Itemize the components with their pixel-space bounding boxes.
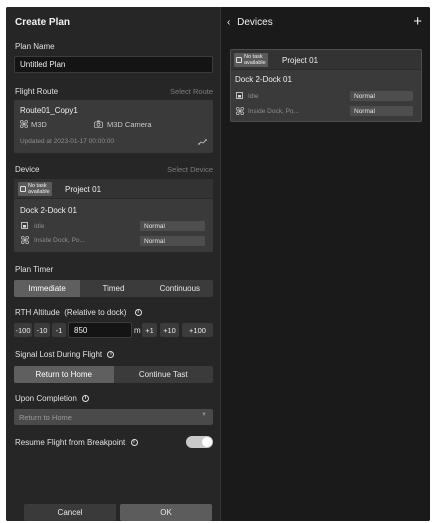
dock-status-pill: Normal: [350, 91, 413, 101]
info-icon[interactable]: i: [82, 395, 90, 403]
plan-timer-segmented: Immediate Timed Continuous: [14, 280, 213, 297]
signal-lost-text: Signal Lost During Flight: [15, 350, 103, 359]
device-card[interactable]: No task available Project 01 Dock 2-Dock…: [14, 179, 213, 252]
dock-name: Dock 2-Dock 01: [235, 75, 292, 84]
task-status-tag: No task available: [18, 182, 52, 196]
info-icon[interactable]: i: [134, 309, 142, 317]
rth-minus-100[interactable]: -100: [14, 323, 32, 337]
drone-icon: [21, 236, 29, 244]
rth-plus-1[interactable]: +1: [142, 323, 157, 337]
route-updated: Updated at 2023-01-17 00:00:00: [20, 138, 114, 145]
devices-title: Devices: [237, 17, 273, 28]
chevron-down-icon: ▼: [201, 412, 207, 418]
create-plan-panel: Create Plan Plan Name Untitled Plan Flig…: [6, 7, 220, 521]
upon-completion-value: Return to Home: [19, 412, 72, 422]
dock-icon: [21, 222, 28, 229]
rth-label-text: RTH Altitude: [15, 308, 60, 317]
signal-lost-segmented: Return to Home Continue Tast: [14, 366, 213, 383]
plan-name-label: Plan Name: [15, 42, 55, 51]
task-icon: [20, 186, 26, 192]
resume-flight-toggle[interactable]: [186, 436, 213, 448]
dock-state: Idle: [34, 223, 45, 230]
plan-name-input[interactable]: Untitled Plan: [14, 56, 213, 73]
upon-completion-select[interactable]: Return to Home ▼: [14, 409, 213, 425]
route-camera: M3D Camera: [107, 120, 152, 129]
route-drone: M3D: [31, 120, 47, 129]
select-route-link[interactable]: Select Route: [170, 87, 213, 96]
drone-icon: [236, 107, 244, 115]
devices-panel: ‹ Devices + No task available Project 01…: [221, 7, 430, 521]
drone-icon: [20, 120, 28, 128]
timer-immediate[interactable]: Immediate: [14, 280, 81, 297]
drone-state: Inside Dock, Po...: [34, 237, 85, 244]
tag-line-2: available: [244, 60, 266, 66]
rth-plus-10[interactable]: +10: [160, 323, 179, 337]
device-label: Device: [15, 165, 40, 174]
devices-header: ‹ Devices: [227, 17, 273, 28]
resume-flight-label: Resume Flight from Breakpoint i: [15, 438, 138, 447]
plan-timer-label: Plan Timer: [15, 265, 54, 274]
timer-continuous[interactable]: Continuous: [147, 280, 213, 297]
drone-status-pill: Normal: [350, 106, 413, 116]
camera-icon: [94, 120, 103, 128]
flight-route-label: Flight Route: [15, 87, 59, 96]
ok-button[interactable]: OK: [120, 504, 212, 521]
resume-flight-text: Resume Flight from Breakpoint: [15, 438, 126, 447]
route-map-icon: [198, 139, 207, 145]
dock-status-pill: Normal: [140, 221, 205, 231]
back-chevron-icon[interactable]: ‹: [227, 17, 230, 28]
upon-completion-label: Upon Completion i: [15, 394, 90, 403]
add-device-button[interactable]: +: [413, 13, 422, 30]
app-window: Create Plan Plan Name Untitled Plan Flig…: [6, 7, 430, 521]
toggle-knob: [202, 437, 212, 447]
rth-unit: m: [134, 326, 141, 335]
dock-name: Dock 2-Dock 01: [20, 206, 77, 215]
signal-lost-label: Signal Lost During Flight i: [15, 350, 115, 359]
signal-return-home[interactable]: Return to Home: [14, 366, 114, 383]
dock-state: Idle: [248, 93, 259, 100]
dock-icon: [236, 92, 243, 99]
route-card[interactable]: Route01_Copy1 M3D M3D Camera Updated at …: [14, 100, 213, 153]
cancel-button[interactable]: Cancel: [24, 504, 116, 521]
signal-continue-task[interactable]: Continue Tast: [114, 366, 214, 383]
info-icon[interactable]: i: [107, 351, 115, 359]
device-project: Project 01: [65, 185, 102, 194]
route-name: Route01_Copy1: [20, 106, 78, 115]
info-icon[interactable]: i: [130, 439, 138, 447]
rth-minus-1[interactable]: -1: [52, 323, 66, 337]
select-device-link[interactable]: Select Device: [167, 165, 213, 174]
device-list-card[interactable]: No task available Project 01 Dock 2-Dock…: [230, 49, 422, 122]
drone-status-pill: Normal: [140, 236, 205, 246]
timer-timed[interactable]: Timed: [80, 280, 146, 297]
rth-altitude-input[interactable]: 850: [68, 322, 132, 338]
rth-label-sub: (Relative to dock): [64, 308, 127, 317]
upon-completion-text: Upon Completion: [15, 394, 77, 403]
panel-title: Create Plan: [15, 17, 71, 28]
rth-minus-10[interactable]: -10: [34, 323, 50, 337]
rth-plus-100[interactable]: +100: [182, 323, 213, 337]
task-icon: [236, 57, 242, 63]
task-status-tag: No task available: [234, 53, 268, 67]
device-project: Project 01: [282, 56, 319, 65]
drone-state: Inside Dock, Po...: [248, 108, 299, 115]
rth-altitude-label: RTH Altitude (Relative to dock) i: [15, 308, 142, 317]
tag-line-2: available: [28, 189, 50, 195]
